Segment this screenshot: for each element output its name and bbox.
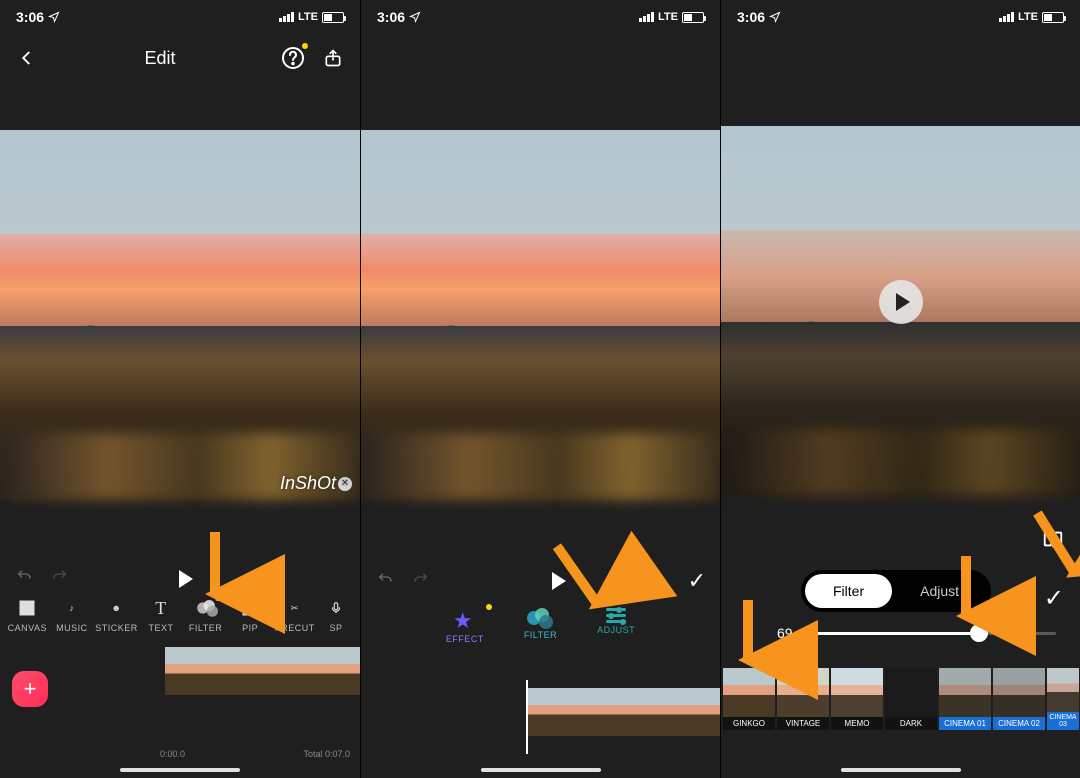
video-preview[interactable]: InShOt✕ [0,130,360,500]
close-icon[interactable]: ✕ [338,477,352,491]
tool-music[interactable]: ♪MUSIC [51,597,94,633]
clip-thumbnail[interactable] [165,647,360,695]
filter-cinema02[interactable]: CINEMA 02 [993,668,1045,730]
playhead[interactable] [526,680,528,754]
redo-button[interactable] [50,568,70,589]
confirm-button[interactable]: ✓ [688,568,706,594]
battery-icon [1042,12,1064,23]
annotation-arrow [198,532,232,610]
network-label: LTE [298,11,318,23]
tool-pip[interactable]: PIP [229,597,272,633]
location-icon [769,11,781,23]
screen-filter-strip: 3:06 LTE Filter Adjust ✓ 69 GINKGO VINTA… [720,0,1080,778]
play-overlay-button[interactable] [879,280,923,324]
tool-text[interactable]: TTEXT [140,597,183,633]
tool-precut[interactable]: ✂PRECUT [273,597,316,633]
home-indicator[interactable] [120,768,240,772]
screen-filter-tabs: 3:06 LTE ✓ ★ EFFECT FILTER [360,0,720,778]
network-label: LTE [1018,11,1038,23]
location-icon [409,11,421,23]
filter-cinema01[interactable]: CINEMA 01 [939,668,991,730]
clock: 3:06 [377,9,405,25]
tab-filter[interactable]: FILTER [524,608,557,644]
clip-thumbnail[interactable] [526,688,720,736]
nav-bar: Edit [0,34,360,82]
home-indicator[interactable] [481,768,601,772]
tool-sticker[interactable]: ☻STICKER [95,597,138,633]
network-label: LTE [658,11,678,23]
undo-button[interactable] [375,571,395,592]
tool-row: CANVAS ♪MUSIC ☻STICKER TTEXT FILTER PIP … [0,597,360,633]
signal-icon [999,12,1014,22]
screen-edit-main: 3:06 LTE Edit InShOt✕ [0,0,360,778]
clock: 3:06 [16,9,44,25]
home-indicator[interactable] [841,768,961,772]
slider-track[interactable] [807,632,1056,635]
annotation-arrow [949,556,983,634]
tool-more[interactable]: SP [318,597,354,633]
timeline[interactable] [0,647,360,702]
controls: CANVAS ♪MUSIC ☻STICKER TTEXT FILTER PIP … [0,560,360,778]
undo-button[interactable] [14,568,34,589]
page-title: Edit [144,48,175,69]
annotation-arrow [1023,504,1080,597]
confirm-button[interactable]: ✓ [1044,584,1064,613]
redo-button[interactable] [411,571,431,592]
play-button[interactable] [179,570,193,588]
filter-vintage[interactable]: VINTAGE [777,668,829,730]
back-button[interactable] [14,45,40,71]
clock: 3:06 [737,9,765,25]
status-bar: 3:06 LTE [0,0,360,34]
filter-cinema03[interactable]: CINEMA 03 [1047,668,1079,730]
help-button[interactable] [280,45,306,71]
status-bar: 3:06 LTE [721,0,1080,34]
filter-memo[interactable]: MEMO [831,668,883,730]
filter-dark[interactable]: DARK [885,668,937,730]
time-total: Total 0:07.0 [303,749,350,759]
location-icon [48,11,60,23]
intensity-slider: 69 [777,625,1056,641]
annotation-arrow [731,600,765,678]
filter-tabs: ★ EFFECT FILTER ADJUST [361,602,720,648]
timeline[interactable] [361,688,720,752]
signal-icon [279,12,294,22]
status-bar: 3:06 LTE [361,0,720,34]
watermark[interactable]: InShOt✕ [280,473,352,494]
tool-canvas[interactable]: CANVAS [6,597,49,633]
slider-value: 69 [777,625,793,641]
battery-icon [682,12,704,23]
battery-icon [322,12,344,23]
time-current: 0:00.0 [160,749,185,759]
video-preview[interactable] [361,130,720,500]
filter-strip[interactable]: GINKGO VINTAGE MEMO DARK CINEMA 01 CINEM… [721,668,1080,742]
share-button[interactable] [320,45,346,71]
tab-effect[interactable]: ★ EFFECT [446,608,484,644]
segment-filter[interactable]: Filter [805,574,892,608]
signal-icon [639,12,654,22]
